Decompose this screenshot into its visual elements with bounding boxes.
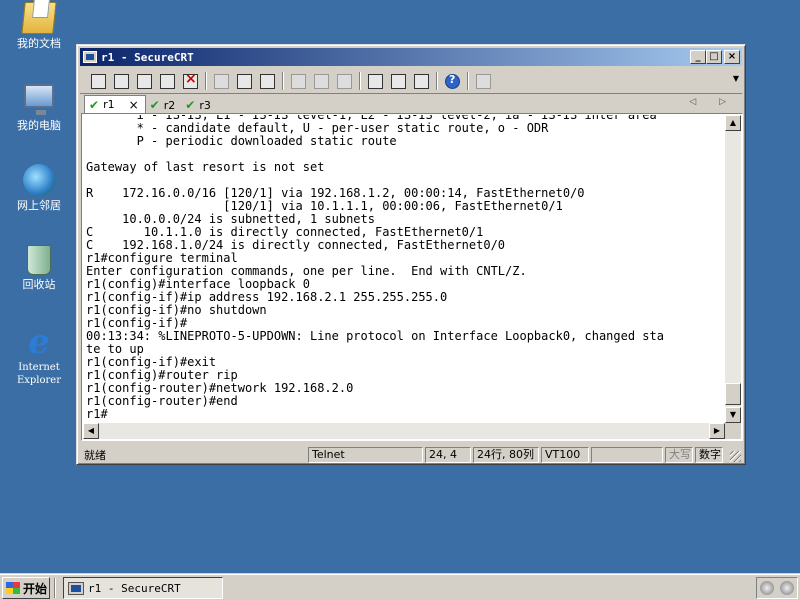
keymap-icon[interactable]	[411, 72, 431, 90]
toolbar-separator	[436, 71, 438, 90]
tab-r3[interactable]: ✔ r3	[181, 97, 217, 113]
session-tabs: ✔ r1 × ✔ r2 ✔ r3 ◁ ▷	[80, 95, 742, 113]
tab-close-icon[interactable]: ×	[129, 98, 139, 112]
title-bar[interactable]: r1 - SecureCRT _ □ ×	[80, 48, 742, 66]
tab-r2[interactable]: ✔ r2	[146, 97, 182, 113]
desktop-icon-label: 网上邻居	[17, 199, 61, 212]
tab-r1[interactable]: ✔ r1 ×	[84, 95, 146, 113]
desktop-icon-label: 我的电脑	[17, 119, 61, 132]
toolbar-overflow-chevron-icon[interactable]: ▼	[733, 74, 739, 83]
tab-label: r3	[199, 98, 211, 112]
recycle-bin-icon	[27, 245, 51, 275]
securecrt-app-icon[interactable]	[83, 51, 97, 63]
connect-in-tab-icon[interactable]	[134, 72, 154, 90]
my-documents-icon	[21, 2, 57, 34]
internet-explorer-icon: e	[28, 322, 50, 362]
toolbar-separator	[467, 71, 469, 90]
print-screen-icon[interactable]	[288, 72, 308, 90]
taskbar-button-securecrt[interactable]: r1 - SecureCRT	[63, 577, 223, 599]
maximize-button[interactable]: □	[706, 50, 722, 64]
desktop-icon-recycle-bin[interactable]: 回收站	[4, 245, 74, 291]
find-icon[interactable]	[257, 72, 277, 90]
sftp-icon[interactable]	[473, 72, 493, 90]
minimize-button[interactable]: _	[690, 50, 706, 64]
resize-grip[interactable]	[730, 451, 741, 462]
my-computer-icon	[24, 84, 54, 115]
status-bar: 就绪 Telnet 24, 4 24行, 80列 VT100 大写 数字	[80, 446, 742, 463]
connected-check-icon: ✔	[89, 97, 100, 112]
toolbar: ▼	[80, 68, 742, 94]
print-icon[interactable]	[334, 72, 354, 90]
system-tray	[756, 577, 798, 599]
vertical-scrollbar[interactable]: ▲ ▼	[725, 115, 741, 423]
copy-icon[interactable]	[211, 72, 231, 90]
start-button[interactable]: 开始	[2, 577, 50, 599]
print-selection-icon[interactable]	[311, 72, 331, 90]
network-places-icon	[23, 164, 55, 196]
connect-icon[interactable]	[88, 72, 108, 90]
desktop-icon-label: 我的文档	[17, 37, 61, 50]
close-button[interactable]: ×	[724, 50, 740, 64]
desktop-icon-label: Internet Explorer	[16, 362, 62, 386]
status-ready: 就绪	[84, 448, 106, 462]
securecrt-window: r1 - SecureCRT _ □ × ▼ ✔ r1	[76, 44, 746, 465]
scroll-left-arrow-icon[interactable]: ◀	[83, 423, 99, 439]
window-title: r1 - SecureCRT	[101, 50, 194, 64]
desktop-icon-my-computer[interactable]: 我的电脑	[4, 84, 74, 132]
taskbar: 开始 r1 - SecureCRT	[0, 574, 800, 600]
help-icon[interactable]	[442, 72, 462, 90]
session-options-icon[interactable]	[365, 72, 385, 90]
desktop-icon-network-places[interactable]: 网上邻居	[4, 164, 74, 212]
scroll-down-arrow-icon[interactable]: ▼	[725, 407, 741, 423]
connected-check-icon: ✔	[149, 98, 160, 112]
taskbar-separator	[54, 578, 56, 598]
terminal-output[interactable]: i - IS-IS, L1 - IS-IS level-1, L2 - IS-I…	[83, 115, 664, 421]
quick-connect-icon[interactable]	[111, 72, 131, 90]
disconnect-icon[interactable]	[180, 71, 200, 90]
status-emulation: VT100	[541, 446, 589, 463]
desktop-icon-internet-explorer[interactable]: e Internet Explorer	[4, 322, 74, 387]
tab-label: r2	[163, 98, 176, 112]
global-options-icon[interactable]	[388, 72, 408, 90]
status-num-lock: 数字	[695, 446, 723, 463]
status-caps-lock: 大写	[665, 446, 693, 463]
scroll-up-arrow-icon[interactable]: ▲	[725, 115, 741, 131]
status-blank	[591, 446, 663, 463]
taskbar-button-label: r1 - SecureCRT	[88, 581, 181, 595]
desktop-icon-label: 回收站	[22, 278, 56, 291]
reconnect-icon[interactable]	[157, 72, 177, 90]
toolbar-separator	[359, 71, 361, 90]
tab-label: r1	[103, 98, 115, 111]
scroll-thumb[interactable]	[725, 383, 741, 405]
windows-logo-icon	[6, 582, 20, 594]
connected-check-icon: ✔	[185, 98, 196, 112]
terminal-area[interactable]: i - IS-IS, L1 - IS-IS level-1, L2 - IS-I…	[81, 113, 743, 441]
scrollbar-corner	[725, 423, 741, 439]
status-terminal-size: 24行, 80列	[473, 446, 539, 463]
tray-network-icon[interactable]	[760, 581, 774, 595]
desktop-icon-my-documents[interactable]: 我的文档	[4, 2, 74, 50]
toolbar-separator	[205, 71, 207, 90]
toolbar-separator	[282, 71, 284, 90]
securecrt-task-icon	[68, 581, 84, 595]
paste-icon[interactable]	[234, 72, 254, 90]
tray-volume-icon[interactable]	[780, 581, 794, 595]
start-label: 开始	[23, 581, 48, 596]
horizontal-scrollbar[interactable]: ◀ ▶	[83, 423, 725, 439]
scroll-right-arrow-icon[interactable]: ▶	[709, 423, 725, 439]
status-protocol: Telnet	[308, 446, 423, 463]
tab-scroll-arrows[interactable]: ◁ ▷	[689, 97, 736, 107]
status-cursor-position: 24, 4	[425, 446, 471, 463]
